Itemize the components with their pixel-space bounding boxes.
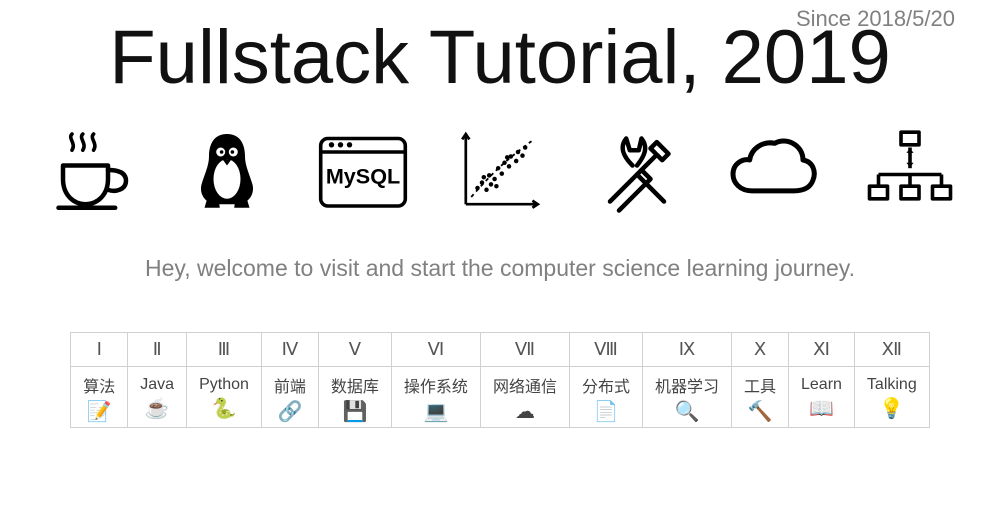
snake-icon: 🐍: [213, 398, 235, 420]
category-label: 机器学习: [655, 373, 719, 397]
laptop-icon: 💻: [425, 401, 447, 423]
category-cell[interactable]: Talking 💡: [867, 376, 917, 420]
category-cell[interactable]: 分布式 📄: [582, 373, 630, 423]
col-numeral: Ⅰ: [71, 333, 128, 367]
coffee-cup-icon: [40, 125, 140, 215]
category-table: Ⅰ Ⅱ Ⅲ Ⅳ Ⅴ Ⅵ Ⅶ Ⅷ Ⅸ Ⅹ Ⅺ Ⅻ 算法 📝 J: [70, 332, 929, 428]
scatter-chart-icon: [450, 125, 550, 215]
category-label: Java: [140, 376, 174, 394]
category-cell[interactable]: 操作系统 💻: [404, 373, 468, 423]
cloud-icon: [723, 125, 823, 215]
col-numeral: Ⅱ: [128, 333, 187, 367]
category-label: Python: [199, 376, 249, 394]
network-icon: [860, 125, 960, 215]
bulb-icon: 💡: [881, 398, 903, 420]
category-cell[interactable]: Java ☕: [140, 376, 174, 420]
category-label: Learn: [801, 376, 842, 394]
category-cell[interactable]: 前端 🔗: [274, 373, 306, 423]
col-numeral: Ⅵ: [391, 333, 480, 367]
col-numeral: Ⅹ: [731, 333, 788, 367]
col-numeral: Ⅻ: [854, 333, 929, 367]
book-icon: 📖: [810, 398, 832, 420]
category-cell[interactable]: 数据库 💾: [331, 373, 379, 423]
category-cell[interactable]: Learn 📖: [801, 376, 842, 420]
col-numeral: Ⅲ: [187, 333, 262, 367]
penguin-icon: [177, 125, 277, 215]
floppy-disk-icon: 💾: [344, 401, 366, 423]
category-label: 前端: [274, 373, 306, 397]
since-text: Since 2018/5/20: [796, 6, 955, 32]
page-icon: 📄: [595, 401, 617, 423]
hammer-icon: 🔨: [749, 401, 771, 423]
col-numeral: Ⅶ: [480, 333, 569, 367]
link-icon: 🔗: [279, 401, 301, 423]
mysql-icon: MySQL: [313, 125, 413, 215]
col-numeral: Ⅳ: [261, 333, 318, 367]
col-numeral: Ⅴ: [318, 333, 391, 367]
memo-icon: 📝: [88, 401, 110, 423]
col-numeral: Ⅺ: [789, 333, 855, 367]
coffee-icon: ☕: [146, 398, 168, 420]
category-cell[interactable]: 网络通信 ☁: [493, 373, 557, 423]
category-label: 网络通信: [493, 373, 557, 397]
category-label: Talking: [867, 376, 917, 394]
hero-icon-row: MySQL: [0, 101, 1000, 225]
category-body-row: 算法 📝 Java ☕ Python 🐍 前端 🔗 数据库 💾: [71, 367, 929, 428]
category-label: 分布式: [582, 373, 630, 397]
category-label: 工具: [744, 373, 776, 397]
category-cell[interactable]: Python 🐍: [199, 376, 249, 420]
cloud-icon: ☁: [514, 401, 536, 423]
welcome-text: Hey, welcome to visit and start the comp…: [0, 255, 1000, 282]
svg-text:MySQL: MySQL: [326, 164, 400, 189]
magnifier-icon: 🔍: [676, 401, 698, 423]
category-cell[interactable]: 算法 📝: [83, 373, 115, 423]
category-label: 数据库: [331, 373, 379, 397]
category-label: 操作系统: [404, 373, 468, 397]
col-numeral: Ⅷ: [569, 333, 642, 367]
tools-icon: [587, 125, 687, 215]
category-cell[interactable]: 机器学习 🔍: [655, 373, 719, 423]
category-label: 算法: [83, 373, 115, 397]
category-header-row: Ⅰ Ⅱ Ⅲ Ⅳ Ⅴ Ⅵ Ⅶ Ⅷ Ⅸ Ⅹ Ⅺ Ⅻ: [71, 333, 929, 367]
col-numeral: Ⅸ: [642, 333, 731, 367]
category-cell[interactable]: 工具 🔨: [744, 373, 776, 423]
